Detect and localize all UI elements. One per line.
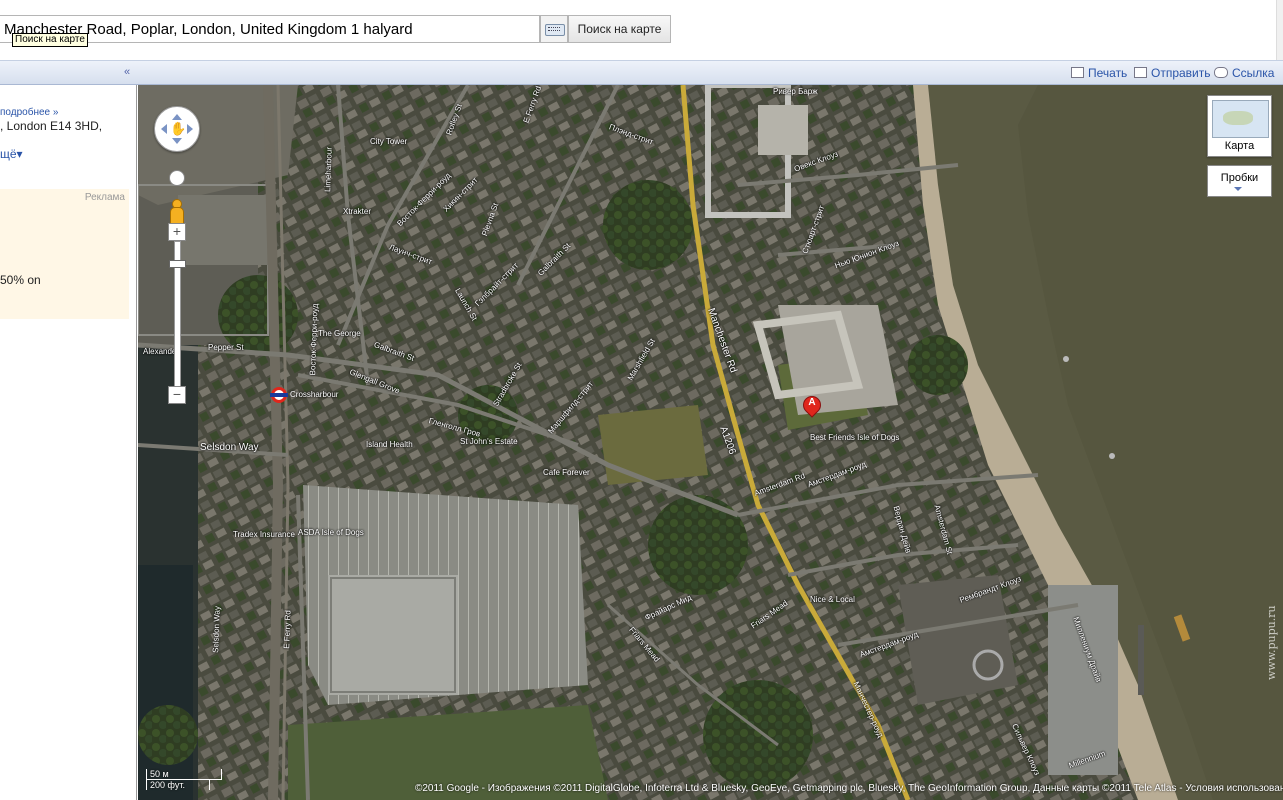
hand-icon: ✋ [170,121,187,136]
map-toolbar: « Печать Отправить Ссылка [0,60,1283,85]
traffic-button[interactable]: Пробки [1207,165,1272,197]
sidebar: подробнее » , London E14 3HD, щё▾ Реклам… [0,85,137,800]
result-address: , London E14 3HD, [0,119,103,133]
search-tooltip: Поиск на карте [12,33,88,47]
map-label: Best Friends Isle of Dogs [810,433,900,442]
details-link[interactable]: подробнее » [0,107,58,118]
search-map-button[interactable]: Поиск на карте [568,15,671,43]
map-label: Island Health [366,440,413,449]
pan-left-icon[interactable] [156,124,167,134]
link-icon [1214,67,1228,78]
map-label: Nice & Local [810,595,855,604]
map-label: Limeharbour [323,146,334,193]
send-label: Отправить [1151,66,1211,80]
satellite-map[interactable]: Ривер Барж Плэнд-стрит Овекс Клоуз Стюар… [138,85,1283,800]
link-link[interactable]: Ссылка [1214,66,1274,80]
map-label: ASDA Isle of Dogs [298,528,364,537]
map-label: Xtrakter [343,207,372,216]
location-marker-a[interactable]: A [799,392,825,424]
map-label: Ривер Барж [773,87,818,96]
traffic-label: Пробки [1220,172,1259,184]
keyboard-button[interactable] [540,15,568,43]
look-around-button[interactable] [169,170,185,186]
pan-down-icon[interactable] [172,138,182,149]
send-link[interactable]: Отправить [1134,66,1211,80]
collapse-sidebar-button[interactable]: « [124,66,130,78]
ad-label: Реклама [84,192,125,203]
top-bar: Поиск на карте Поиск на карте [0,0,1283,60]
map-thumbnail [1212,100,1269,138]
ad-text: 50% on [0,273,41,287]
map-label: Selsdon Way [211,605,222,654]
link-label: Ссылка [1232,66,1275,80]
scale-imperial: 200 фут. [146,779,210,790]
map-label: Pepper St [208,343,244,352]
map-label: City Tower [370,137,408,146]
map-label: Cafe Forever [543,468,590,477]
pan-right-icon[interactable] [187,124,198,134]
print-link[interactable]: Печать [1071,66,1127,80]
zoom-slider-thumb[interactable] [169,260,186,268]
map-label: The George [318,329,361,338]
map-type-label: Карта [1224,140,1255,152]
map-type-button[interactable]: Карта [1207,95,1272,157]
underground-station-icon[interactable] [270,387,288,403]
more-dropdown[interactable]: щё▾ [0,147,23,161]
satellite-imagery [138,85,1283,800]
scale-metric-label: 50 м [150,769,169,779]
zoom-out-button[interactable]: − [168,386,186,404]
chevron-down-icon [1234,187,1242,195]
watermark: www.pupu.ru [1265,605,1278,680]
map-label: Tradex Insurance [233,530,295,539]
pan-up-icon[interactable] [172,109,182,120]
print-icon [1071,67,1084,78]
print-label: Печать [1088,66,1128,80]
map-label: Selsdon Way [200,442,259,453]
scale-bar: 50 м 200 фут. [146,769,222,795]
mail-icon [1134,67,1147,78]
ad-block[interactable]: Реклама 50% on [0,189,129,319]
map-label: E Ferry Rd [282,610,293,649]
scrollbar[interactable] [1276,0,1283,60]
copyright-text: ©2011 Google - Изображения ©2011 Digital… [415,783,1283,794]
map-label: Crossharbour [290,390,339,399]
keyboard-icon [545,24,565,36]
map-label: St John's Estate [460,437,518,446]
scale-imperial-label: 200 фут. [150,780,185,790]
marker-letter: A [808,397,816,408]
pan-control[interactable]: ✋ [154,106,200,152]
zoom-in-button[interactable]: + [168,223,186,241]
